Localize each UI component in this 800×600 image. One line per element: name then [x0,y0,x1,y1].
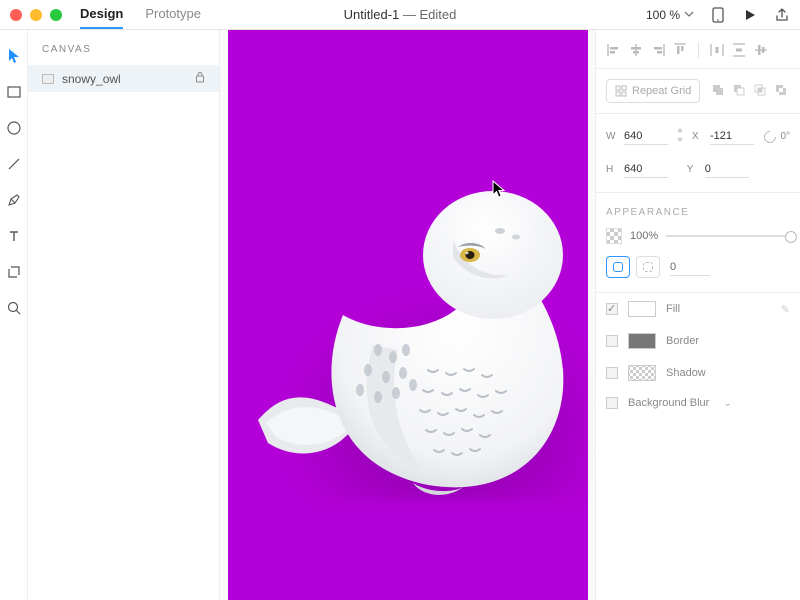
grid-icon [615,85,627,97]
border-row: Border [596,325,800,357]
link-dimensions-icon[interactable] [674,126,686,147]
align-top-icon[interactable] [672,42,688,58]
appearance-header: APPEARANCE [596,193,800,228]
x-field[interactable] [710,128,754,145]
x-label: X [692,131,704,142]
mode-tabs: Design Prototype [80,0,201,29]
fill-row: Fill ✎ [596,293,800,325]
fill-label: Fill [666,303,680,315]
shadow-checkbox[interactable] [606,367,618,379]
document-name: Untitled-1 [344,7,400,22]
canvas-area[interactable] [220,30,595,600]
text-tool-icon[interactable] [6,228,22,244]
workspace: CANVAS snowy_owl [0,30,800,600]
width-label: W [606,131,618,142]
rotation-control[interactable]: 0° [764,131,790,143]
zoom-control[interactable]: 100 % [646,8,694,22]
boolean-ops [711,83,790,99]
border-swatch[interactable] [628,333,656,349]
play-preview-icon[interactable] [742,7,758,23]
opacity-row: 100% [596,228,800,256]
artboard[interactable] [228,30,588,600]
border-label: Border [666,335,699,347]
snowy-owl-artwork [248,185,588,505]
dimensions-section: W X 0° H . Y [596,114,800,193]
pen-tool-icon[interactable] [6,192,22,208]
layers-panel-header: CANVAS [28,30,219,65]
corner-radius-row [596,256,800,293]
exclude-icon[interactable] [774,83,790,99]
fill-swatch[interactable] [628,301,656,317]
zoom-window-button[interactable] [50,9,62,21]
corner-independent-button[interactable] [636,256,660,278]
distribute-v-icon[interactable] [731,42,747,58]
align-right-icon[interactable] [650,42,666,58]
alignment-row [596,38,800,69]
share-icon[interactable] [774,7,790,23]
rotation-value: 0° [780,131,790,142]
tab-prototype[interactable]: Prototype [145,0,201,29]
opacity-icon [606,228,622,244]
rectangle-tool-icon[interactable] [6,84,22,100]
window-traffic-lights [0,9,62,21]
layer-row[interactable]: snowy_owl [28,65,219,92]
edit-icon[interactable]: ✎ [781,303,790,316]
rotation-icon [762,128,779,145]
shadow-row: Shadow [596,357,800,389]
layers-panel: CANVAS snowy_owl [28,30,220,600]
artboard-tool-icon[interactable] [6,264,22,280]
titlebar: Design Prototype Untitled-1 — Edited 100… [0,0,800,30]
document-title: Untitled-1 — Edited [344,7,457,22]
align-vcenter-icon[interactable] [753,42,769,58]
align-hcenter-icon[interactable] [628,42,644,58]
line-tool-icon[interactable] [6,156,22,172]
zoom-value: 100 % [646,8,680,22]
chevron-down-icon[interactable]: ⌄ [723,398,731,409]
union-icon[interactable] [711,83,727,99]
select-tool-icon[interactable] [6,48,22,64]
align-left-icon[interactable] [606,42,622,58]
zoom-tool-icon[interactable] [6,300,22,316]
height-field[interactable] [624,161,668,178]
shadow-swatch[interactable] [628,365,656,381]
tab-design[interactable]: Design [80,0,123,29]
fill-checkbox[interactable] [606,303,618,315]
layer-thumbnail-icon [42,74,54,84]
opacity-value: 100% [630,230,658,242]
lock-icon[interactable] [195,71,205,86]
width-field[interactable] [624,128,668,145]
distribute-h-icon[interactable] [709,42,725,58]
repeat-grid-button[interactable]: Repeat Grid [606,79,700,103]
ellipse-tool-icon[interactable] [6,120,22,136]
document-status: Edited [420,7,457,22]
layer-name: snowy_owl [62,72,121,86]
minimize-window-button[interactable] [30,9,42,21]
bgblur-label: Background Blur [628,397,709,409]
y-field[interactable] [705,161,749,178]
height-label: H [606,164,618,175]
border-checkbox[interactable] [606,335,618,347]
properties-panel: Repeat Grid W X 0° [595,30,800,600]
titlebar-right-controls: 100 % [646,7,800,23]
corner-radius-field[interactable] [670,259,710,276]
opacity-slider[interactable] [666,235,790,237]
subtract-icon[interactable] [732,83,748,99]
chevron-down-icon [684,8,694,22]
tool-rail [0,30,28,600]
corner-uniform-button[interactable] [606,256,630,278]
intersect-icon[interactable] [753,83,769,99]
repeat-grid-row: Repeat Grid [596,69,800,114]
device-preview-icon[interactable] [710,7,726,23]
close-window-button[interactable] [10,9,22,21]
y-label: Y [687,164,699,175]
mouse-cursor-icon [492,180,506,200]
shadow-label: Shadow [666,367,706,379]
bgblur-checkbox[interactable] [606,397,618,409]
bgblur-row: Background Blur ⌄ [596,389,800,417]
